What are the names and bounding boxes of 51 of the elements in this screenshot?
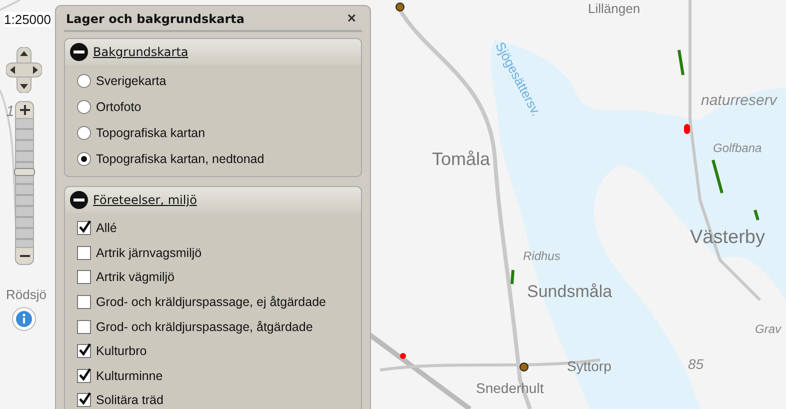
scale-label: 1:25000 <box>4 12 51 27</box>
info-icon[interactable] <box>12 307 36 331</box>
plus-icon <box>20 105 30 115</box>
radio-button[interactable] <box>77 100 91 114</box>
map-label: Rödsjö <box>6 288 46 301</box>
checkbox-option[interactable]: Grod- och kräldjurspassage, ej åtgärdade <box>77 290 361 314</box>
map-label: Golfbana <box>713 142 762 154</box>
checkbox[interactable] <box>77 344 91 358</box>
checkbox-option[interactable]: Artrik järnvagsmiljö <box>77 240 361 266</box>
checkbox[interactable] <box>77 393 91 408</box>
checkbox-option[interactable]: Grod- och kräldjurspassage, åtgärdade <box>77 314 361 339</box>
checkbox-option[interactable]: Kulturbro <box>77 338 361 364</box>
map-label: Lillängen <box>588 2 640 15</box>
checkbox[interactable] <box>77 246 91 260</box>
map-label: Syttorp <box>567 359 612 373</box>
checkbox[interactable] <box>77 368 91 383</box>
radio-button[interactable] <box>77 74 91 88</box>
section-header[interactable]: Företeelser, miljö <box>65 187 361 213</box>
radio-option[interactable]: Ortofoto <box>77 94 361 120</box>
map-label: 85 <box>688 357 704 371</box>
radio-option[interactable]: Topografiska kartan, nedtonad <box>77 146 361 172</box>
close-button[interactable]: × <box>343 11 360 26</box>
map-label: naturreserv <box>701 93 777 108</box>
map-label: Sundsmåla <box>527 283 612 300</box>
radio-button[interactable] <box>77 152 91 166</box>
map-label: Västerby <box>690 228 765 247</box>
zoom-in-button[interactable] <box>15 101 34 119</box>
map-label: Tomåla <box>432 150 490 168</box>
pan-arrows-icon[interactable] <box>6 47 42 93</box>
zoom-handle[interactable] <box>14 168 35 176</box>
zoom-out-button[interactable] <box>15 247 34 265</box>
checkbox[interactable] <box>77 320 91 334</box>
collapse-icon <box>70 43 88 61</box>
section-header[interactable]: Bakgrundskarta <box>65 39 361 65</box>
map-label: Snederhult <box>476 381 544 395</box>
checkbox-option[interactable]: Kulturminne <box>77 364 361 388</box>
checkbox-option[interactable]: Artrik vägmiljö <box>77 265 361 290</box>
checkbox[interactable] <box>77 270 91 284</box>
map-label: 1 <box>6 104 14 119</box>
checkbox[interactable] <box>77 221 91 236</box>
radio-option[interactable]: Topografiska kartan <box>77 120 361 146</box>
zoom-slider[interactable] <box>15 101 34 265</box>
checkbox-option[interactable]: Solitära träd <box>77 388 361 409</box>
radio-button[interactable] <box>77 126 91 140</box>
map-label: Ridhus <box>523 250 560 262</box>
collapse-icon <box>70 191 88 209</box>
checkbox-option[interactable]: Allé <box>77 216 361 241</box>
map-label: Grav <box>755 323 782 335</box>
panel-title: Lager och bakgrundskarta <box>66 12 244 26</box>
radio-option[interactable]: Sverigekarta <box>77 68 361 94</box>
checkbox[interactable] <box>77 295 91 310</box>
